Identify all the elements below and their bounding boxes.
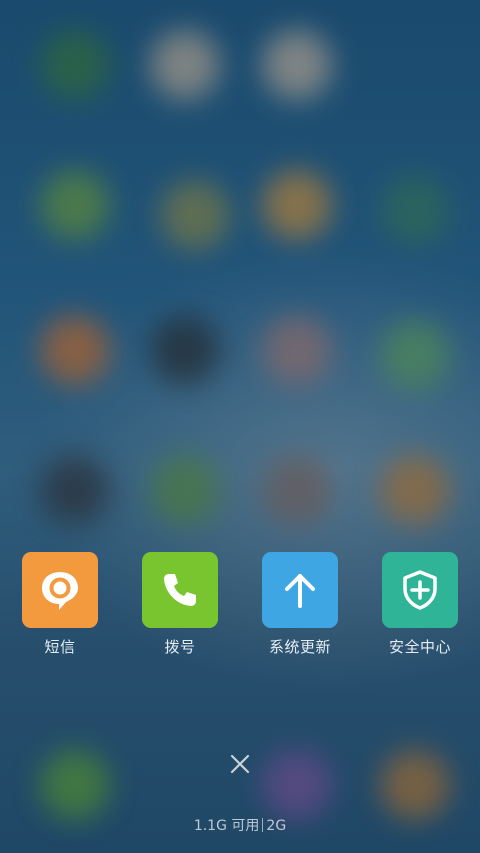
blurred-app-icon [262, 170, 332, 240]
blurred-app-icon [40, 455, 110, 525]
blurred-app-icon [150, 315, 220, 385]
blurred-app-icon [380, 175, 450, 245]
blurred-app-icon [40, 750, 110, 820]
shield-plus-icon[interactable] [382, 552, 458, 628]
blurred-app-icon [262, 30, 332, 100]
app-label: 系统更新 [268, 638, 331, 656]
app-label: 拨号 [164, 638, 196, 656]
message-bubble-icon[interactable] [22, 552, 98, 628]
phone-icon[interactable] [142, 552, 218, 628]
blurred-app-icon [380, 455, 450, 525]
close-icon[interactable] [220, 744, 260, 784]
blurred-app-icon [160, 180, 230, 250]
blurred-wallpaper [0, 0, 480, 853]
arrow-up-icon[interactable] [262, 552, 338, 628]
blurred-app-icon [380, 750, 450, 820]
app-label: 短信 [44, 638, 76, 656]
memory-total: 2G [266, 818, 287, 834]
blurred-app-icon [40, 30, 110, 100]
recent-apps-row: 短信 拨号 系统更新 安全中心 [0, 552, 480, 662]
blurred-app-icon [262, 315, 332, 385]
blurred-app-icon [380, 320, 450, 390]
blurred-app-icon [262, 750, 332, 820]
recent-app-messages[interactable]: 短信 [5, 552, 115, 657]
blurred-app-icon [40, 170, 110, 240]
recent-app-phone[interactable]: 拨号 [125, 552, 235, 657]
recent-app-system-update[interactable]: 系统更新 [245, 552, 355, 657]
blurred-app-icon [150, 455, 220, 525]
app-label: 安全中心 [388, 638, 451, 656]
blurred-app-icon [150, 30, 220, 100]
memory-available: 1.1G 可用 [193, 818, 260, 834]
memory-status: 1.1G 可用 2G [0, 815, 480, 835]
memory-separator [262, 818, 264, 832]
blurred-app-icon [262, 455, 332, 525]
blurred-app-icon [40, 315, 110, 385]
recent-app-security-center[interactable]: 安全中心 [365, 552, 475, 657]
